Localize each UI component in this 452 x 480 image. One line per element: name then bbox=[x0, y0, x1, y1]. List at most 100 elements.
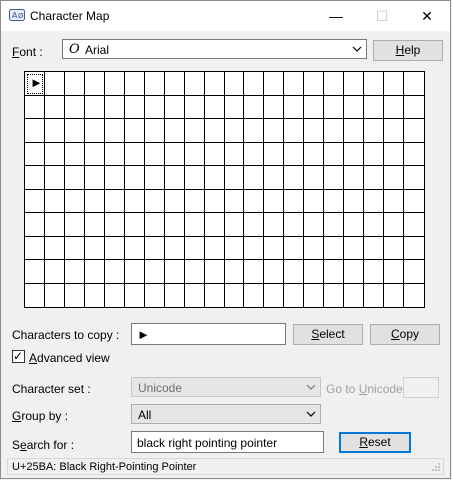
minimize-button[interactable]: — bbox=[313, 1, 359, 31]
character-cell[interactable] bbox=[324, 72, 344, 96]
character-cell[interactable] bbox=[125, 190, 145, 213]
character-cell[interactable] bbox=[205, 284, 225, 307]
character-cell[interactable] bbox=[244, 143, 264, 166]
character-cell[interactable] bbox=[324, 143, 344, 166]
character-cell[interactable] bbox=[264, 143, 284, 166]
character-cell[interactable] bbox=[105, 72, 125, 96]
search-input[interactable]: black right pointing pointer bbox=[131, 431, 324, 453]
character-cell[interactable] bbox=[105, 166, 125, 190]
character-cell[interactable] bbox=[244, 237, 264, 260]
character-cell[interactable] bbox=[165, 284, 185, 307]
character-cell[interactable] bbox=[205, 72, 225, 96]
character-cell[interactable] bbox=[105, 119, 125, 143]
character-cell[interactable] bbox=[65, 213, 85, 237]
character-cell[interactable] bbox=[264, 166, 284, 190]
character-cell[interactable] bbox=[205, 260, 225, 284]
character-cell[interactable] bbox=[145, 284, 165, 307]
character-cell[interactable] bbox=[404, 190, 424, 213]
character-cell[interactable] bbox=[264, 260, 284, 284]
character-cell[interactable] bbox=[324, 237, 344, 260]
character-cell[interactable] bbox=[125, 119, 145, 143]
character-cell[interactable] bbox=[384, 72, 404, 96]
character-cell[interactable] bbox=[45, 260, 65, 284]
character-cell[interactable] bbox=[364, 166, 384, 190]
resize-grip-icon[interactable] bbox=[431, 462, 441, 472]
character-cell[interactable] bbox=[185, 213, 205, 237]
character-cell[interactable] bbox=[105, 260, 125, 284]
character-cell[interactable] bbox=[25, 143, 45, 166]
character-cell[interactable] bbox=[225, 260, 244, 284]
character-cell[interactable] bbox=[384, 284, 404, 307]
character-cell[interactable] bbox=[324, 166, 344, 190]
character-cell[interactable] bbox=[185, 166, 205, 190]
character-cell[interactable] bbox=[284, 284, 304, 307]
character-cell[interactable] bbox=[45, 237, 65, 260]
character-cell[interactable] bbox=[344, 237, 364, 260]
title-bar[interactable]: A Ø Character Map — ☐ ✕ bbox=[1, 1, 450, 31]
character-cell[interactable] bbox=[364, 119, 384, 143]
character-cell[interactable] bbox=[185, 143, 205, 166]
character-cell[interactable] bbox=[264, 96, 284, 119]
character-cell[interactable] bbox=[65, 166, 85, 190]
character-cell[interactable] bbox=[85, 96, 105, 119]
character-cell[interactable] bbox=[384, 237, 404, 260]
character-cell[interactable] bbox=[165, 190, 185, 213]
character-cell[interactable] bbox=[185, 284, 205, 307]
character-cell[interactable] bbox=[125, 96, 145, 119]
character-cell[interactable] bbox=[85, 143, 105, 166]
character-cell[interactable] bbox=[25, 190, 45, 213]
character-cell[interactable] bbox=[145, 96, 165, 119]
character-cell[interactable] bbox=[25, 166, 45, 190]
character-cell[interactable] bbox=[364, 213, 384, 237]
character-cell[interactable] bbox=[125, 143, 145, 166]
character-cell[interactable] bbox=[25, 96, 45, 119]
character-cell[interactable] bbox=[384, 96, 404, 119]
character-cell[interactable] bbox=[105, 213, 125, 237]
character-cell[interactable] bbox=[364, 237, 384, 260]
character-cell[interactable] bbox=[364, 284, 384, 307]
character-cell[interactable] bbox=[105, 284, 125, 307]
character-cell[interactable] bbox=[85, 284, 105, 307]
character-cell[interactable] bbox=[225, 143, 244, 166]
character-cell[interactable] bbox=[284, 119, 304, 143]
character-cell[interactable] bbox=[364, 260, 384, 284]
character-cell[interactable] bbox=[244, 96, 264, 119]
character-cell[interactable] bbox=[404, 119, 424, 143]
character-cell[interactable] bbox=[45, 166, 65, 190]
character-cell[interactable] bbox=[344, 166, 364, 190]
character-cell[interactable] bbox=[344, 284, 364, 307]
character-cell[interactable] bbox=[404, 237, 424, 260]
character-cell[interactable] bbox=[344, 143, 364, 166]
character-cell[interactable] bbox=[185, 72, 205, 96]
character-cell[interactable] bbox=[225, 166, 244, 190]
copy-button[interactable]: Copy bbox=[370, 324, 440, 345]
character-cell[interactable] bbox=[65, 119, 85, 143]
character-cell[interactable] bbox=[384, 166, 404, 190]
character-cell[interactable] bbox=[165, 213, 185, 237]
character-cell[interactable] bbox=[165, 96, 185, 119]
character-cell[interactable] bbox=[85, 72, 105, 96]
character-cell[interactable] bbox=[45, 213, 65, 237]
character-cell[interactable] bbox=[244, 119, 264, 143]
advanced-view-label[interactable]: Advanced view bbox=[29, 351, 110, 365]
character-cell[interactable] bbox=[225, 119, 244, 143]
character-cell[interactable] bbox=[145, 260, 165, 284]
character-cell[interactable] bbox=[65, 96, 85, 119]
go-to-unicode-field[interactable] bbox=[403, 377, 439, 398]
character-cell[interactable] bbox=[85, 260, 105, 284]
character-cell[interactable] bbox=[364, 190, 384, 213]
character-cell[interactable] bbox=[344, 119, 364, 143]
character-cell[interactable] bbox=[165, 237, 185, 260]
help-button[interactable]: Help bbox=[373, 40, 443, 61]
maximize-button[interactable]: ☐ bbox=[359, 1, 405, 31]
character-cell[interactable] bbox=[225, 72, 244, 96]
reset-button[interactable]: Reset bbox=[339, 432, 411, 453]
select-button[interactable]: Select bbox=[293, 324, 363, 345]
character-cell[interactable] bbox=[244, 213, 264, 237]
character-cell[interactable] bbox=[324, 96, 344, 119]
character-cell[interactable] bbox=[145, 166, 165, 190]
character-cell[interactable] bbox=[344, 213, 364, 237]
character-cell[interactable] bbox=[344, 190, 364, 213]
character-cell[interactable] bbox=[25, 284, 45, 307]
character-cell[interactable] bbox=[125, 260, 145, 284]
